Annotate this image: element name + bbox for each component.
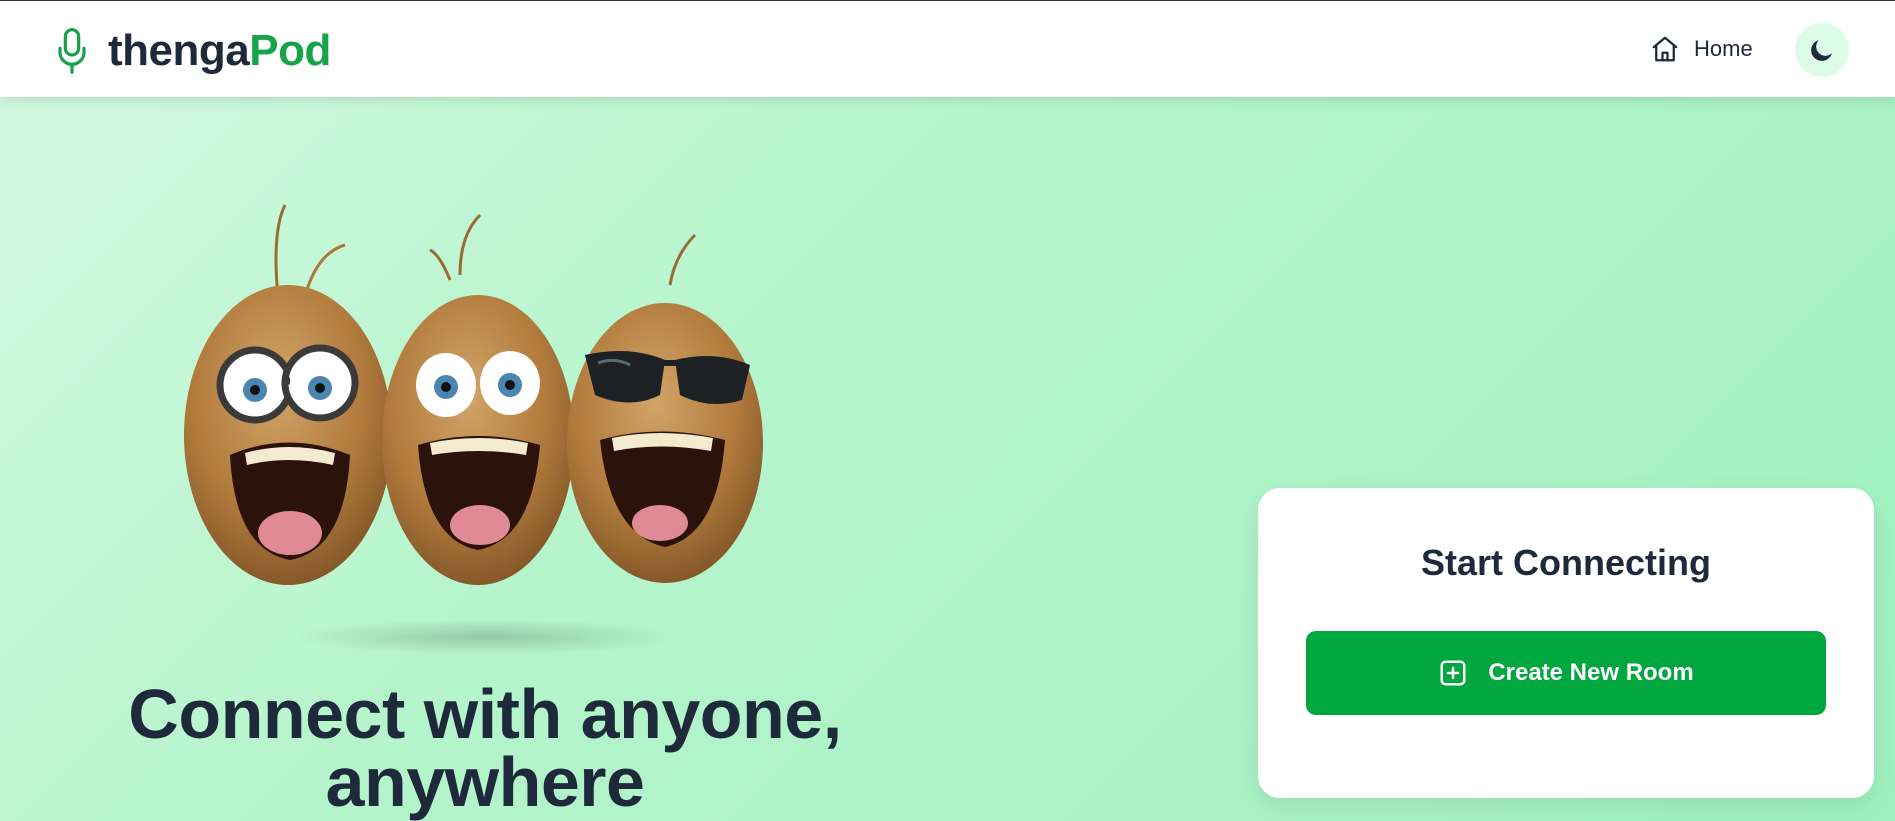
start-connecting-card: Start Connecting Create New Room: [1258, 488, 1874, 798]
theme-toggle-button[interactable]: [1795, 23, 1849, 77]
coconut-left: [184, 204, 392, 585]
create-new-room-button[interactable]: Create New Room: [1306, 631, 1826, 715]
brand-name: thengaPod: [108, 25, 331, 77]
card-title: Start Connecting: [1420, 542, 1711, 583]
hero-title: Connect with anyone, anywhere: [128, 675, 842, 821]
brand-logo[interactable]: thengaPod: [56, 25, 331, 77]
coconut-right: [567, 233, 763, 583]
brand-name-part1: thenga: [108, 26, 250, 75]
moon-icon: [1811, 40, 1832, 61]
coconut-middle: [382, 213, 574, 585]
home-icon: [1652, 36, 1678, 62]
coconut-characters-illustration: [160, 195, 780, 665]
brand-name-part2: Pod: [249, 26, 331, 75]
nav-home-link[interactable]: Home: [1650, 34, 1753, 64]
microphone-icon: [58, 28, 86, 74]
plus-square-icon: [1440, 660, 1466, 686]
top-navbar: thengaPod Home: [0, 1, 1895, 97]
create-new-room-label: Create New Room: [1488, 659, 1694, 686]
nav-home-label: Home: [1694, 36, 1753, 61]
